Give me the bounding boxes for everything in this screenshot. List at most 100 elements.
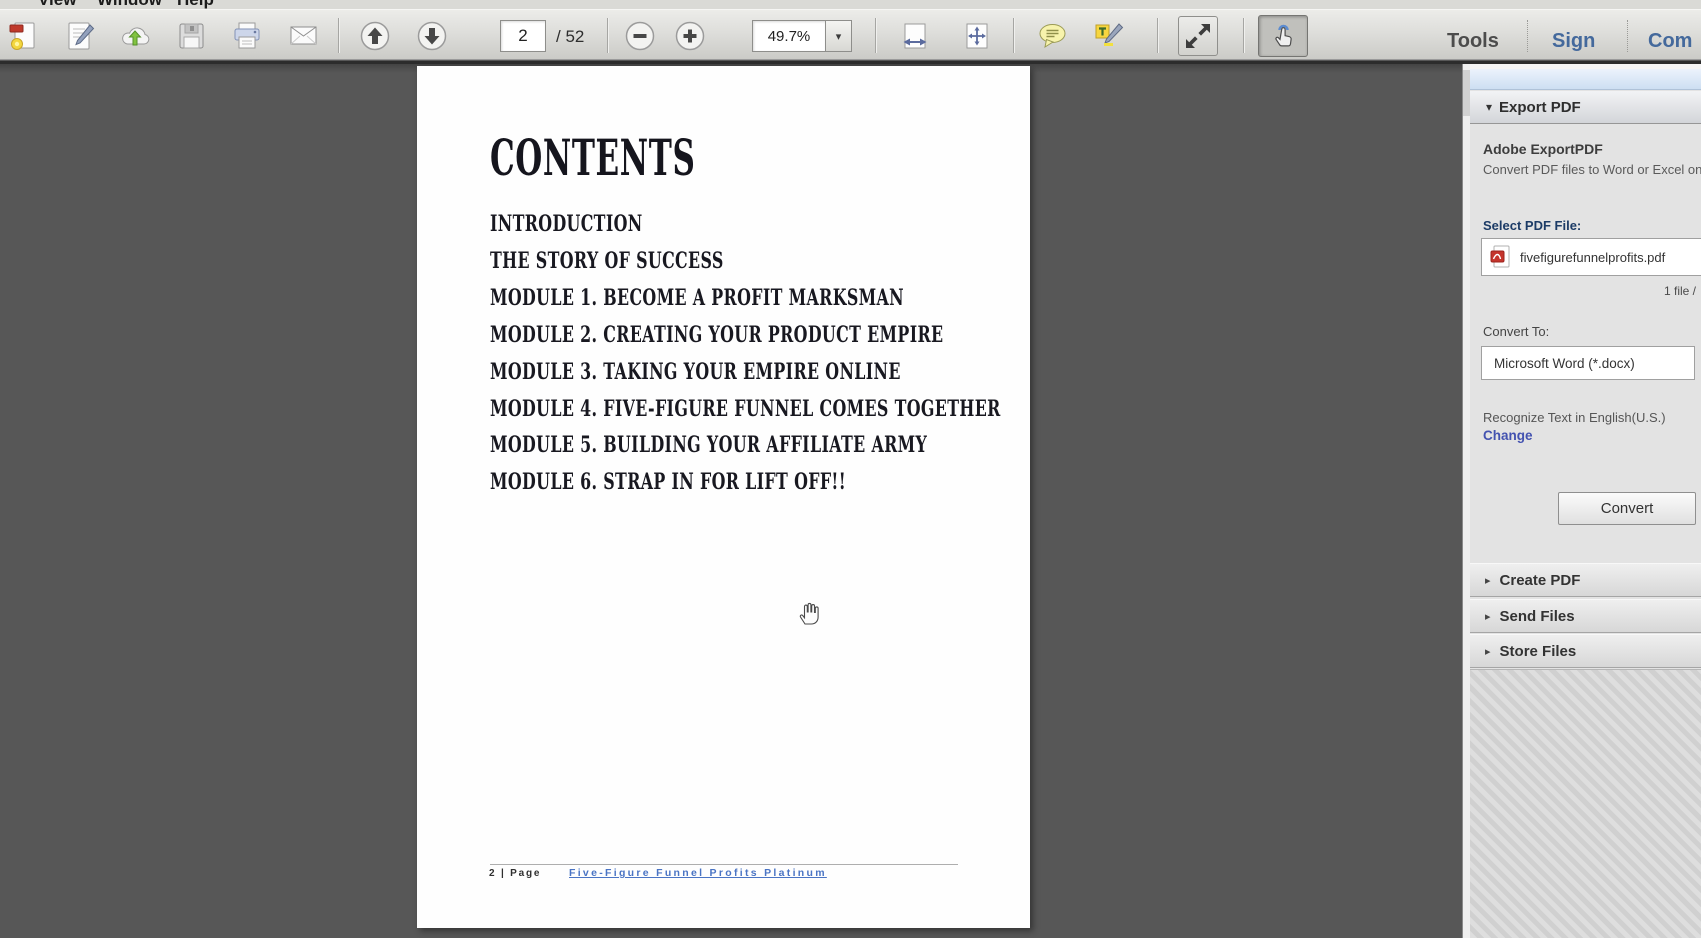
next-page-button[interactable]	[413, 17, 451, 55]
comment-icon	[1036, 20, 1069, 52]
scrollbar-thumb[interactable]	[1463, 70, 1470, 116]
vertical-scrollbar[interactable]	[1462, 63, 1470, 938]
change-link[interactable]: Change	[1483, 428, 1533, 443]
convert-to-select[interactable]: Microsoft Word (*.docx)	[1481, 346, 1695, 380]
section-store-files[interactable]: ▸ Store Files	[1470, 634, 1701, 668]
cloud-upload-button[interactable]	[116, 17, 154, 55]
toc-item: THE STORY OF SUCCESS	[490, 243, 1001, 280]
page-total-label: / 52	[556, 27, 584, 47]
export-pdf-header-label: Export PDF	[1499, 99, 1581, 116]
toc-item: MODULE 1. BECOME A PROFIT MARKSMAN	[490, 280, 1001, 317]
recognize-text-label: Recognize Text in English(U.S.)	[1483, 410, 1666, 425]
menu-window[interactable]: Window	[97, 0, 162, 9]
zoom-out-icon	[624, 20, 656, 52]
toolbar-separator	[1157, 18, 1158, 53]
toolbar-separator	[607, 18, 608, 53]
zoom-in-button[interactable]	[671, 17, 709, 55]
selected-file-box[interactable]: fivefigurefunnelprofits.pdf	[1481, 238, 1701, 276]
toc-item: MODULE 2. CREATING YOUR PRODUCT EMPIRE	[490, 317, 1001, 354]
page-number-input[interactable]: 2	[500, 20, 546, 52]
chevron-down-icon: ▾	[836, 30, 842, 43]
pdf-file-icon	[1490, 245, 1512, 269]
hand-cursor-icon	[795, 598, 825, 628]
section-label: Create PDF	[1500, 572, 1581, 589]
exportpdf-description: Convert PDF files to Word or Excel onlin…	[1483, 162, 1701, 179]
chevron-right-icon: ▸	[1485, 574, 1491, 587]
page-down-icon	[416, 20, 448, 52]
section-create-pdf[interactable]: ▸ Create PDF	[1470, 563, 1701, 597]
page-title: CONTENTS	[490, 128, 695, 187]
toolbar-separator	[1243, 18, 1244, 53]
tab-sign[interactable]: Sign	[1552, 30, 1595, 53]
section-label: Store Files	[1500, 643, 1577, 660]
comment-button[interactable]	[1033, 17, 1071, 55]
toc-item: MODULE 3. TAKING YOUR EMPIRE ONLINE	[490, 354, 1001, 391]
toc-item: MODULE 4. FIVE-FIGURE FUNNEL COMES TOGET…	[490, 391, 1001, 428]
fullscreen-button[interactable]	[1178, 16, 1218, 56]
fill-sign-icon	[1092, 20, 1125, 52]
toolbar-bottom-border	[0, 61, 1701, 64]
convert-to-value: Microsoft Word (*.docx)	[1494, 356, 1635, 371]
fill-sign-button[interactable]	[1089, 17, 1127, 55]
table-of-contents: INTRODUCTION THE STORY OF SUCCESS MODULE…	[490, 206, 1001, 501]
toolbar-separator	[338, 18, 339, 53]
panel-hatch-area	[1470, 669, 1701, 938]
email-icon	[287, 20, 320, 52]
task-panel: ▾ Export PDF Adobe ExportPDF Convert PDF…	[1470, 63, 1701, 938]
page-up-icon	[359, 20, 391, 52]
zoom-level-input[interactable]: 49.7%	[752, 20, 826, 52]
select-pdf-file-label: Select PDF File:	[1483, 218, 1581, 233]
file-count-label: 1 file /	[1470, 284, 1696, 298]
menu-view[interactable]: View	[38, 0, 76, 9]
convert-to-label: Convert To:	[1483, 324, 1549, 339]
toolbar-separator	[1013, 18, 1014, 53]
selected-file-name: fivefigurefunnelprofits.pdf	[1520, 250, 1665, 265]
pdf-page[interactable]: CONTENTS INTRODUCTION THE STORY OF SUCCE…	[417, 66, 1030, 928]
fit-width-button[interactable]	[896, 17, 934, 55]
document-viewport[interactable]: CONTENTS INTRODUCTION THE STORY OF SUCCE…	[0, 63, 1462, 938]
toolbar-separator	[875, 18, 876, 53]
zoom-in-icon	[674, 20, 706, 52]
zoom-dropdown-button[interactable]: ▾	[826, 20, 852, 52]
footer-link[interactable]: Five-Figure Funnel Profits Platinum	[569, 867, 827, 879]
toc-item: MODULE 5. BUILDING YOUR AFFILIATE ARMY	[490, 427, 1001, 464]
email-button[interactable]	[284, 17, 322, 55]
hand-tool-button[interactable]	[1258, 15, 1308, 57]
tab-tools[interactable]: Tools	[1447, 30, 1499, 53]
chevron-right-icon: ▸	[1485, 610, 1491, 623]
previous-page-button[interactable]	[356, 17, 394, 55]
hand-tool-icon	[1267, 20, 1299, 52]
tab-separator	[1527, 20, 1528, 52]
toolbar: 2 / 52 49.7% ▾	[0, 9, 1701, 60]
create-pdf-icon	[7, 20, 39, 52]
menu-bar: it View Window Help	[0, 0, 1701, 9]
tab-separator	[1627, 20, 1628, 52]
create-pdf-button[interactable]	[4, 17, 42, 55]
tab-comment[interactable]: Com	[1648, 30, 1692, 53]
adobe-reader-window: it View Window Help	[0, 0, 1701, 938]
section-send-files[interactable]: ▸ Send Files	[1470, 599, 1701, 633]
toc-item: INTRODUCTION	[490, 206, 1001, 243]
adobe-exportpdf-title: Adobe ExportPDF	[1483, 141, 1603, 157]
fullscreen-icon	[1182, 20, 1214, 52]
chevron-down-icon: ▾	[1486, 100, 1492, 114]
chevron-right-icon: ▸	[1485, 645, 1491, 658]
fit-page-icon	[961, 20, 993, 52]
menu-help[interactable]: Help	[177, 0, 214, 9]
toc-item: MODULE 6. STRAP IN FOR LIFT OFF!!	[490, 464, 1001, 501]
export-pdf-header[interactable]: ▾ Export PDF	[1470, 91, 1701, 124]
fit-width-icon	[899, 20, 931, 52]
print-button[interactable]	[228, 17, 266, 55]
section-label: Send Files	[1500, 608, 1575, 625]
edit-pen-icon	[63, 20, 95, 52]
fit-page-button[interactable]	[958, 17, 996, 55]
print-icon	[231, 20, 263, 52]
convert-button[interactable]: Convert	[1558, 492, 1696, 525]
save-icon	[175, 20, 207, 52]
edit-sign-button[interactable]	[60, 17, 98, 55]
footer-divider	[490, 864, 958, 865]
save-button[interactable]	[172, 17, 210, 55]
cloud-upload-icon	[119, 20, 151, 52]
zoom-out-button[interactable]	[621, 17, 659, 55]
panel-blue-bar	[1470, 69, 1701, 90]
